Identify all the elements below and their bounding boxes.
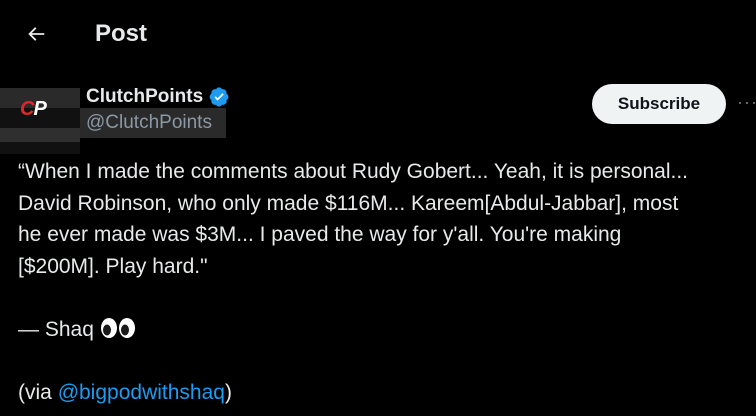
more-options-icon[interactable]: ···: [737, 92, 756, 116]
signature-line: — Shaq: [18, 314, 748, 346]
post-line: he ever made was $3M... I paved the way …: [18, 223, 622, 246]
signature-text: — Shaq: [18, 317, 94, 341]
back-button[interactable]: [16, 14, 56, 54]
post-line: “When I made the comments about Rudy Gob…: [18, 160, 689, 183]
author-line: ClutchPoints: [86, 86, 230, 108]
verified-badge-icon: [209, 87, 229, 107]
page-title: Post: [95, 20, 148, 47]
post-line: [$200M]. Play hard.": [18, 254, 208, 278]
avatar[interactable]: CP: [0, 88, 80, 154]
post-text: “When I made the comments about Rudy Gob…: [18, 156, 748, 408]
author-name[interactable]: ClutchPoints: [86, 86, 203, 108]
author-handle[interactable]: @ClutchPoints: [86, 112, 212, 134]
avatar-strip: [0, 128, 80, 142]
mention-link[interactable]: @bigpodwithshaq: [58, 381, 225, 404]
post-line: David Robinson, who only made $116M... K…: [18, 191, 679, 215]
arrow-left-icon: [28, 27, 45, 41]
via-line: (via @bigpodwithshaq): [18, 380, 232, 404]
subscribe-button[interactable]: Subscribe: [592, 84, 726, 124]
clutchpoints-logo: CP: [20, 98, 47, 120]
top-bar: Post: [0, 0, 756, 68]
eyes-emoji-icon: [100, 317, 135, 338]
